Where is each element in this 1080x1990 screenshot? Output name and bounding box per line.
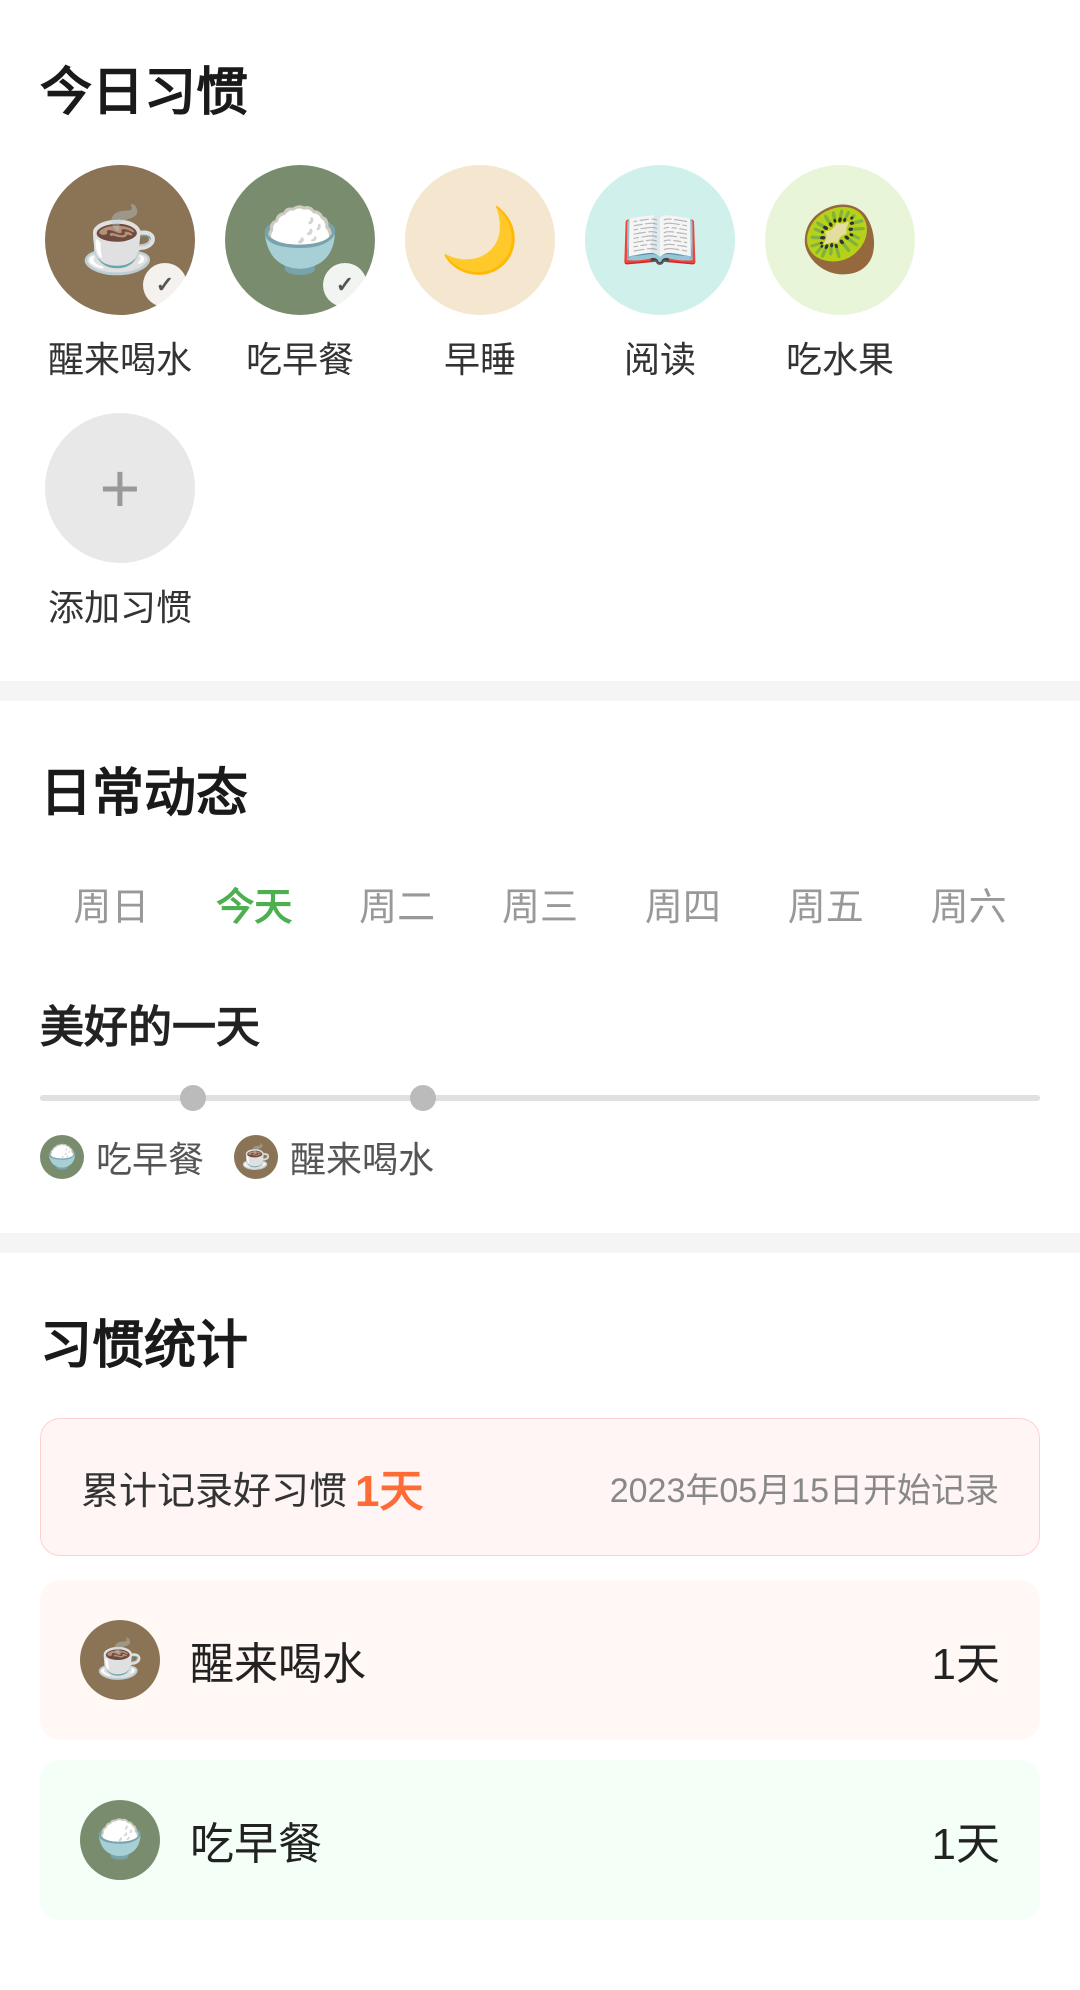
daily-tab-today[interactable]: 今天 xyxy=(183,866,326,941)
daily-section: 日常动态 周日今天周二周三周四周五周六 美好的一天 🍚 吃早餐 ☕ 醒来喝水 xyxy=(0,701,1080,1233)
stats-highlight: 1天 xyxy=(355,1455,423,1519)
stat-row-drink-water: ☕ 醒来喝水1天 xyxy=(40,1580,1040,1740)
daily-tab-sunday[interactable]: 周日 xyxy=(40,866,183,941)
habit-circle-breakfast: 🍚✓ xyxy=(225,165,375,315)
habit-circle-reading: 📖 xyxy=(585,165,735,315)
habit-label-breakfast: 吃早餐 xyxy=(246,331,354,383)
habit-icon-breakfast: 🍚 xyxy=(260,203,340,278)
timeline-dot-1 xyxy=(180,1085,206,1111)
timeline-bar xyxy=(40,1095,1040,1101)
habit-circle-drink-water: ☕✓ xyxy=(45,165,195,315)
habit-circle-fruit: 🥝 xyxy=(765,165,915,315)
stat-icon-breakfast: 🍚 xyxy=(80,1800,160,1880)
habit-icon-reading: 📖 xyxy=(620,203,700,278)
add-habit-label: 添加习惯 xyxy=(48,579,192,631)
timeline-dot-2 xyxy=(410,1085,436,1111)
timeline-text-drink-water: 醒来喝水 xyxy=(290,1131,434,1183)
habit-label-early-sleep: 早睡 xyxy=(444,331,516,383)
daily-tab-monday[interactable]: 周二 xyxy=(326,866,469,941)
daily-tab-saturday[interactable]: 周六 xyxy=(897,866,1040,941)
daily-tabs: 周日今天周二周三周四周五周六 xyxy=(40,866,1040,941)
habits-grid: ☕✓醒来喝水🍚✓吃早餐🌙早睡📖阅读🥝吃水果+添加习惯 xyxy=(40,165,1040,631)
habit-circle-early-sleep: 🌙 xyxy=(405,165,555,315)
day-title: 美好的一天 xyxy=(40,991,1040,1055)
timeline-icon-breakfast: 🍚 xyxy=(40,1135,84,1179)
add-habit-item[interactable]: + 添加习惯 xyxy=(40,413,200,631)
habit-item-drink-water[interactable]: ☕✓ 醒来喝水 xyxy=(40,165,200,383)
timeline-icon-drink-water: ☕ xyxy=(234,1135,278,1179)
timeline-text-breakfast: 吃早餐 xyxy=(96,1131,204,1183)
stat-name-breakfast: 吃早餐 xyxy=(190,1808,932,1872)
stat-days-breakfast: 1天 xyxy=(932,1808,1000,1872)
habit-label-reading: 阅读 xyxy=(624,331,696,383)
habit-check-drink-water: ✓ xyxy=(143,263,187,307)
stats-date: 2023年05月15日开始记录 xyxy=(610,1463,999,1512)
daily-tab-tuesday[interactable]: 周三 xyxy=(469,866,612,941)
habit-label-drink-water: 醒来喝水 xyxy=(48,331,192,383)
stat-row-breakfast: 🍚 吃早餐1天 xyxy=(40,1760,1040,1920)
timeline-labels: 🍚 吃早餐 ☕ 醒来喝水 xyxy=(40,1131,1040,1183)
habits-title: 今日习惯 xyxy=(40,50,1040,125)
stats-section: 习惯统计 累计记录好习惯 1天 2023年05月15日开始记录 ☕醒来喝水1天🍚… xyxy=(0,1253,1080,1990)
habit-icon-fruit: 🥝 xyxy=(800,203,880,278)
habit-icon-early-sleep: 🌙 xyxy=(440,203,520,278)
habit-label-fruit: 吃水果 xyxy=(786,331,894,383)
daily-tab-wednesday[interactable]: 周四 xyxy=(611,866,754,941)
stats-prefix: 累计记录好习惯 xyxy=(81,1460,347,1515)
habit-check-breakfast: ✓ xyxy=(323,263,367,307)
add-habit-circle[interactable]: + xyxy=(45,413,195,563)
habit-item-reading[interactable]: 📖 阅读 xyxy=(580,165,740,383)
habit-icon-drink-water: ☕ xyxy=(80,203,160,278)
timeline-label-breakfast: 🍚 吃早餐 xyxy=(40,1131,204,1183)
daily-title: 日常动态 xyxy=(40,751,1040,826)
habits-section: 今日习惯 ☕✓醒来喝水🍚✓吃早餐🌙早睡📖阅读🥝吃水果+添加习惯 xyxy=(0,0,1080,681)
habit-item-fruit[interactable]: 🥝 吃水果 xyxy=(760,165,920,383)
stats-title: 习惯统计 xyxy=(40,1303,1040,1378)
stat-days-drink-water: 1天 xyxy=(932,1628,1000,1692)
habit-item-breakfast[interactable]: 🍚✓ 吃早餐 xyxy=(220,165,380,383)
timeline-label-drink-water: ☕ 醒来喝水 xyxy=(234,1131,434,1183)
stat-icon-drink-water: ☕ xyxy=(80,1620,160,1700)
habit-item-early-sleep[interactable]: 🌙 早睡 xyxy=(400,165,560,383)
stats-rows: ☕醒来喝水1天🍚吃早餐1天 xyxy=(40,1580,1040,1920)
stats-summary-card: 累计记录好习惯 1天 2023年05月15日开始记录 xyxy=(40,1418,1040,1556)
daily-tab-thursday[interactable]: 周五 xyxy=(754,866,897,941)
stat-name-drink-water: 醒来喝水 xyxy=(190,1628,932,1692)
